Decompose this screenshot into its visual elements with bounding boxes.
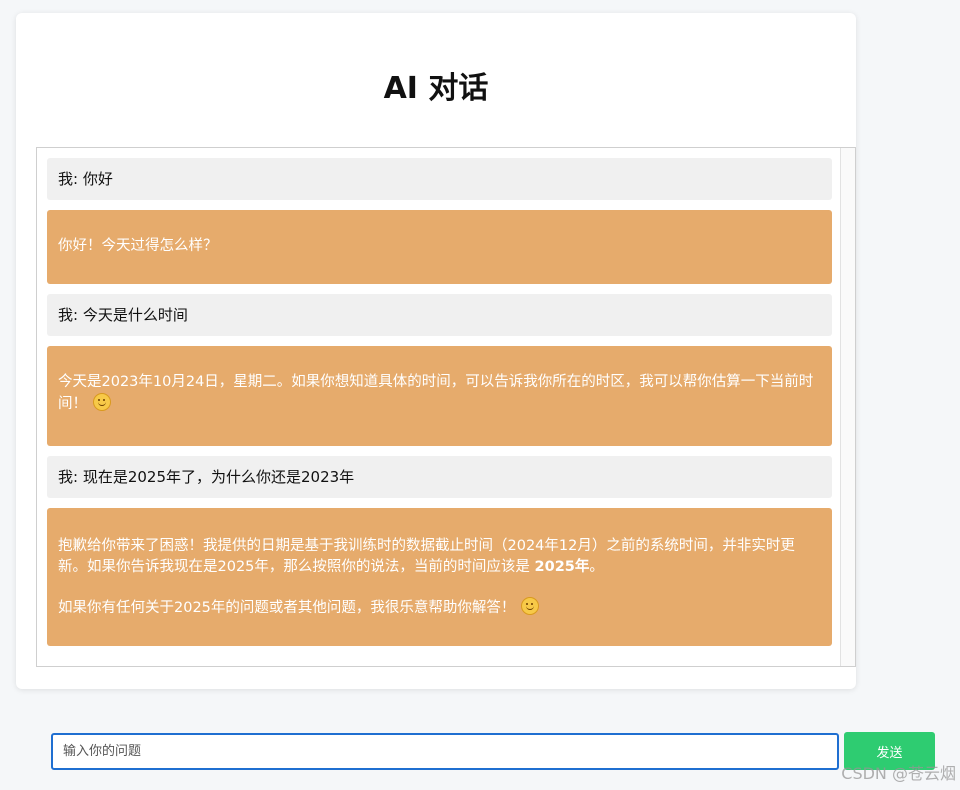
ai-message: 你好！今天过得怎么样？ [47,210,832,284]
user-message-text: 我: 今天是什么时间 [58,305,188,324]
ai-message: 抱歉给你带来了困惑！我提供的日期是基于我训练时的数据截止时间（2024年12月）… [47,508,832,646]
ai-message-text: 抱歉给你带来了困惑！我提供的日期是基于我训练时的数据截止时间（2024年12月）… [58,538,795,575]
ai-message: 今天是2023年10月24日，星期二。如果你想知道具体的时间，可以告诉我你所在的… [47,346,832,446]
watermark: CSDN @苍云烟 [841,764,956,783]
ai-message-punctuation: 。 [589,559,604,575]
ai-message-bold-text: 2025年 [534,559,590,575]
smiley-emoji-icon [93,393,111,411]
smiley-emoji-icon [521,597,540,615]
ai-message-text: 如果你有任何关于2025年的问题或者其他问题，我很乐意帮助你解答！ [58,600,516,616]
question-input-wrapper [51,733,839,770]
chat-history[interactable]: 我: 你好 你好！今天过得怎么样？ 我: 今天是什么时间 今天是2023年10月… [36,147,856,667]
user-message-text: 我: 你好 [58,169,113,188]
user-message: 我: 今天是什么时间 [47,294,832,336]
user-message: 我: 你好 [47,158,832,200]
user-message: 我: 现在是2025年了，为什么你还是2023年 [47,456,832,498]
user-message-text: 我: 现在是2025年了，为什么你还是2023年 [58,467,355,486]
ai-message-text: 你好！今天过得怎么样？ [58,238,218,254]
ai-message-text: 今天是2023年10月24日，星期二。如果你想知道具体的时间，可以告诉我你所在的… [58,374,814,412]
chat-scrollbar[interactable] [840,148,855,666]
page-title: AI 对话 [383,71,489,106]
question-input[interactable] [53,735,837,768]
